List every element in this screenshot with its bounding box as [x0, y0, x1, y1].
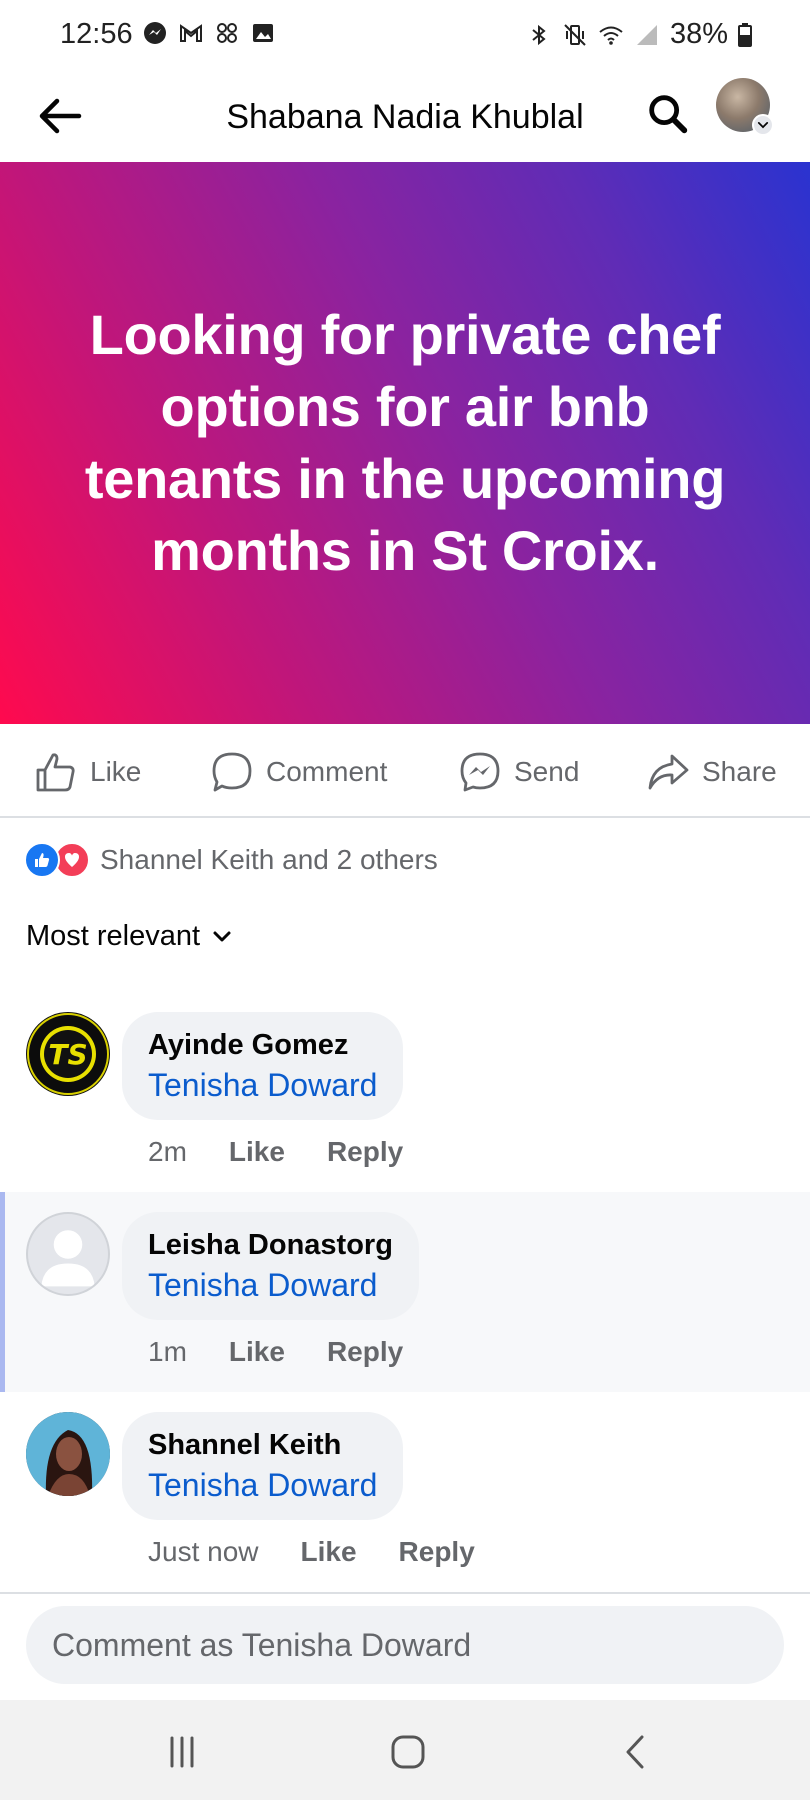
arrow-left-icon — [39, 98, 82, 134]
status-time: 12:56 — [60, 18, 133, 50]
comment-item: Leisha Donastorg Tenisha Doward 1m Like … — [0, 1192, 810, 1392]
chevron-left-icon — [626, 1735, 644, 1769]
chevron-down-icon — [752, 114, 774, 136]
comment-time: 1m — [148, 1336, 187, 1367]
post-action-bar: Like Comment Send Share — [0, 724, 810, 818]
comment-bubble[interactable]: Leisha Donastorg Tenisha Doward — [122, 1212, 419, 1320]
comment-meta: 1m Like Reply — [148, 1336, 403, 1368]
divider — [0, 1592, 810, 1594]
post-header: Shabana Nadia Khublal — [0, 70, 810, 162]
messenger-icon — [142, 20, 168, 46]
reactions-text: Shannel Keith and 2 others — [100, 844, 438, 875]
search-icon — [649, 95, 688, 134]
back-button[interactable] — [30, 86, 90, 146]
send-label: Send — [514, 756, 580, 787]
like-reaction-icon — [24, 842, 60, 878]
commenter-name[interactable]: Ayinde Gomez — [148, 1026, 377, 1064]
profile-avatar-button[interactable] — [716, 78, 774, 136]
comment-button[interactable]: Comment — [210, 748, 387, 796]
comment-sort-dropdown[interactable]: Most relevant — [26, 920, 234, 953]
post-text: Looking for private chef options for air… — [84, 303, 726, 582]
signal-icon — [634, 22, 660, 48]
comment-bubble[interactable]: Ayinde Gomez Tenisha Doward — [122, 1012, 404, 1120]
home-button[interactable] — [378, 1730, 438, 1774]
comment-meta: 2m Like Reply — [148, 1136, 403, 1168]
system-nav-bar — [0, 1700, 810, 1800]
chevron-down-icon — [213, 931, 231, 941]
share-label: Share — [702, 756, 777, 787]
commenter-avatar[interactable]: TS — [26, 1012, 110, 1096]
comment-item: TS Ayinde Gomez Tenisha Doward 2m Like R… — [0, 1000, 810, 1200]
notification-icons — [142, 20, 276, 46]
comment-icon — [212, 752, 252, 792]
comment-mention-link[interactable]: Tenisha Doward — [148, 1464, 377, 1506]
comment-time: Just now — [148, 1536, 259, 1567]
like-button[interactable]: Like — [34, 748, 141, 796]
avatar-logo-text: TS — [48, 1038, 87, 1071]
battery-percent: 38% — [669, 18, 728, 50]
post-text-background: Looking for private chef options for air… — [0, 162, 810, 724]
comment-reply-button[interactable]: Reply — [327, 1136, 403, 1168]
battery-icon — [738, 22, 752, 48]
gmail-icon — [178, 20, 204, 46]
system-status: 38% — [526, 18, 752, 51]
system-back-button[interactable] — [606, 1730, 666, 1774]
recent-apps-icon — [170, 1736, 194, 1768]
status-bar: 12:56 38% — [0, 0, 810, 70]
comment-like-button[interactable]: Like — [229, 1136, 285, 1168]
commenter-name[interactable]: Leisha Donastorg — [148, 1226, 393, 1264]
commenter-name[interactable]: Shannel Keith — [148, 1426, 377, 1464]
pinwheel-icon — [214, 20, 240, 46]
comment-like-button[interactable]: Like — [301, 1536, 357, 1568]
gallery-icon — [250, 20, 276, 46]
search-button[interactable] — [638, 84, 698, 144]
comment-mention-link[interactable]: Tenisha Doward — [148, 1064, 377, 1106]
like-label: Like — [90, 756, 142, 787]
send-button[interactable]: Send — [458, 748, 579, 796]
wifi-icon — [598, 22, 624, 48]
reactions-summary[interactable]: Shannel Keith and 2 others — [24, 840, 438, 880]
commenter-avatar[interactable] — [26, 1412, 110, 1496]
comment-reply-button[interactable]: Reply — [399, 1536, 475, 1568]
messenger-icon — [460, 752, 500, 792]
comment-label: Comment — [266, 756, 388, 787]
vibrate-icon — [562, 22, 588, 48]
share-arrow-icon — [648, 754, 689, 790]
comment-input[interactable] — [26, 1606, 784, 1684]
recent-apps-button[interactable] — [152, 1730, 212, 1774]
comment-reply-button[interactable]: Reply — [327, 1336, 403, 1368]
comment-item: Shannel Keith Tenisha Doward Just now Li… — [0, 1400, 810, 1590]
comment-meta: Just now Like Reply — [148, 1536, 475, 1568]
thumbs-up-icon — [36, 753, 75, 792]
home-icon — [391, 1735, 425, 1769]
default-avatar-icon[interactable] — [26, 1212, 110, 1296]
comment-time: 2m — [148, 1136, 187, 1167]
bluetooth-icon — [526, 22, 552, 48]
share-button[interactable]: Share — [646, 748, 777, 796]
comment-like-button[interactable]: Like — [229, 1336, 285, 1368]
comment-mention-link[interactable]: Tenisha Doward — [148, 1264, 393, 1306]
sort-label: Most relevant — [26, 920, 201, 952]
comment-bubble[interactable]: Shannel Keith Tenisha Doward — [122, 1412, 404, 1520]
page-title: Shabana Nadia Khublal — [226, 98, 584, 136]
